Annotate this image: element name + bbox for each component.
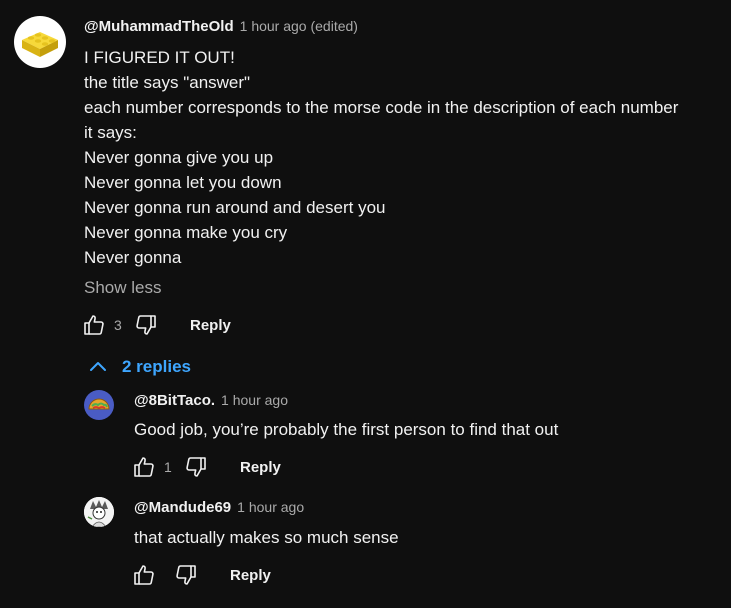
comment-line: each number corresponds to the morse cod… [84,98,679,117]
replies-toggle[interactable]: 2 replies [88,357,191,377]
like-count: 3 [114,317,122,333]
replies-count-label: 2 replies [122,357,191,376]
character-avatar-icon [84,497,114,527]
dislike-button[interactable] [172,561,200,589]
comment-header: @MuhammadTheOld 1 hour ago (edited) [84,18,358,35]
thumbs-up-icon [134,457,154,477]
comment-author[interactable]: @MuhammadTheOld [84,18,234,35]
comment-line: Never gonna run around and desert you [84,198,386,217]
thumbs-down-icon [186,457,206,477]
lego-brick-icon [22,32,58,57]
dislike-button[interactable] [182,453,210,481]
like-button[interactable] [80,311,108,339]
reply-actions: 1 Reply [130,453,281,481]
avatar[interactable] [84,497,114,527]
reply-button[interactable]: Reply [240,459,281,476]
comment-line: Never gonna give you up [84,148,274,167]
show-less-button[interactable]: Show less [84,278,161,298]
chevron-up-icon [90,362,106,371]
comment-timestamp[interactable]: 1 hour ago (edited) [240,18,358,34]
comment-line: Never gonna make you cry [84,223,288,242]
avatar[interactable] [14,16,66,68]
comment-line: I FIGURED IT OUT! [84,48,235,67]
reply-timestamp[interactable]: 1 hour ago [237,499,304,515]
comment-body: I FIGURED IT OUT! the title says "answer… [84,45,678,270]
thumbs-down-icon [136,315,156,335]
reply-author[interactable]: @8BitTaco. [134,392,215,409]
comment-line: Never gonna [84,248,182,267]
taco-icon [88,398,110,410]
comment-line: the title says "answer" [84,73,251,92]
reply-author[interactable]: @Mandude69 [134,499,231,516]
like-button[interactable] [130,561,158,589]
avatar[interactable] [84,390,114,420]
reply-timestamp[interactable]: 1 hour ago [221,392,288,408]
thumbs-up-icon [84,315,104,335]
reply-header: @8BitTaco. 1 hour ago [134,392,288,409]
thumbs-down-icon [176,565,196,585]
reply-text: Good job, you’re probably the first pers… [134,420,559,439]
comment-actions: 3 Reply [80,311,231,339]
comment-line: it says: [84,123,137,142]
reply-text: that actually makes so much sense [134,528,399,547]
comment-line: Never gonna let you down [84,173,282,192]
reply-actions: Reply [130,561,271,589]
like-button[interactable] [130,453,158,481]
reply-button[interactable]: Reply [230,567,271,584]
dislike-button[interactable] [132,311,160,339]
reply-button[interactable]: Reply [190,317,231,334]
like-count: 1 [164,459,172,475]
reply-header: @Mandude69 1 hour ago [134,499,304,516]
thumbs-up-icon [134,565,154,585]
